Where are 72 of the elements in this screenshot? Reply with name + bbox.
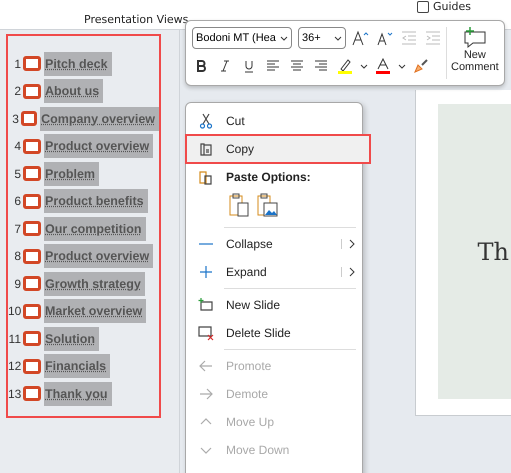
slide-title[interactable]: Solution: [44, 326, 99, 351]
font-size-select[interactable]: 36+: [298, 27, 346, 49]
chevron-right-icon: [348, 239, 356, 249]
right-arrow-icon: [198, 386, 214, 402]
slide-icon[interactable]: [23, 84, 41, 99]
paste-icon: [198, 169, 214, 185]
slide-number: 9: [13, 276, 21, 291]
copy-icon: [198, 141, 214, 157]
minus-icon: [199, 243, 213, 245]
slide-number: 8: [13, 249, 21, 264]
menu-item[interactable]: Collapse: [186, 230, 362, 258]
slide-icon[interactable]: [23, 248, 41, 264]
slide-title[interactable]: Product benefits: [44, 189, 148, 214]
slide-number: 7: [13, 222, 21, 236]
slide-title-text: Th: [478, 238, 509, 266]
slide-title[interactable]: Product overview: [44, 244, 154, 268]
menu-item[interactable]: Copy: [186, 135, 370, 163]
highlighter-icon[interactable]: [336, 57, 354, 75]
font-select[interactable]: Bodoni MT (Hea: [192, 27, 292, 49]
slide-icon[interactable]: [23, 386, 41, 402]
slide-icon[interactable]: [23, 358, 41, 374]
delete-slide-icon: [198, 325, 214, 341]
slide-icon[interactable]: [20, 111, 38, 126]
slide-title[interactable]: Financials: [44, 354, 110, 378]
caret-icon[interactable]: [334, 36, 342, 40]
comment-icon: [462, 27, 487, 49]
paintbrush-icon[interactable]: [412, 57, 430, 75]
slide-title[interactable]: Product overview: [44, 134, 154, 158]
slide-number: 1: [13, 56, 21, 71]
slide-icon[interactable]: [23, 194, 41, 209]
menu-item[interactable]: Delete Slide: [186, 319, 362, 347]
caret-icon[interactable]: [360, 64, 368, 68]
slide-title[interactable]: Our competition: [44, 216, 146, 241]
left-arrow-icon: [198, 358, 214, 374]
slide-icon[interactable]: [23, 276, 41, 292]
slide-title[interactable]: Growth strategy: [44, 272, 145, 296]
menu-item[interactable]: Expand: [186, 258, 362, 286]
group-label: Presentation Views: [84, 13, 188, 26]
slide-number: 3: [11, 112, 19, 126]
font-color-icon[interactable]: [374, 57, 392, 75]
slide-title[interactable]: Company overview: [40, 106, 159, 131]
slide-icon[interactable]: [23, 304, 41, 319]
slide-icon[interactable]: [23, 56, 41, 72]
slide-number: 4: [13, 139, 21, 154]
scissors-icon: [198, 113, 214, 129]
slide-title[interactable]: Problem: [44, 162, 100, 186]
new-slide-icon: [198, 297, 214, 313]
slide-number: 12: [8, 359, 21, 374]
slide-title[interactable]: About us: [44, 79, 104, 104]
slide-number: 5: [13, 166, 21, 181]
grow-font-icon[interactable]: [352, 29, 370, 47]
paste-options-header: Paste Options:: [186, 163, 362, 191]
guides-label: Guides: [432, 0, 471, 13]
slide-icon[interactable]: [23, 166, 41, 182]
chevron-right-icon: [348, 267, 356, 277]
slide-title[interactable]: Pitch deck: [44, 52, 112, 76]
caret-icon[interactable]: [280, 36, 288, 40]
menu-item[interactable]: New Slide: [186, 291, 362, 319]
slide-icon[interactable]: [23, 221, 41, 236]
menu-item[interactable]: Cut: [186, 107, 362, 135]
slide-title[interactable]: Market overview: [44, 299, 146, 324]
slide-number: 2: [13, 84, 21, 98]
slide-icon[interactable]: [23, 331, 41, 346]
slide-icon[interactable]: [23, 138, 41, 154]
slide-number: 10: [8, 304, 21, 318]
slide-number: 13: [8, 386, 21, 401]
plus-icon: [198, 264, 214, 280]
guides-checkbox[interactable]: [416, 0, 429, 12]
slide-number: 11: [8, 332, 21, 346]
slide-number: 6: [13, 194, 21, 208]
slide-title[interactable]: Thank you: [44, 382, 112, 406]
caret-icon[interactable]: [398, 64, 406, 68]
